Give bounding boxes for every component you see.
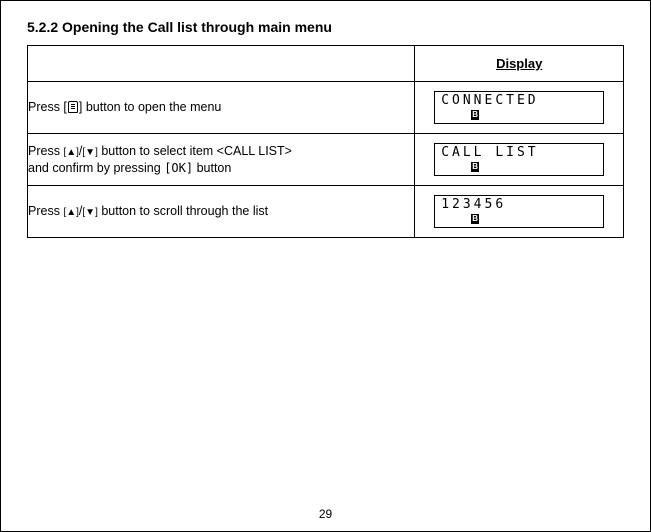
action-text: ] button to open the menu — [79, 100, 221, 114]
up-arrow-icon: [▲] — [63, 207, 78, 218]
lcd-text: CONNECTED — [441, 93, 538, 108]
action-cell: Press [ ] button to open the menu — [28, 82, 415, 134]
action-cell: Press [▲]/[▼] button to select item <CAL… — [28, 134, 415, 186]
table-row: Press [▲]/[▼] button to select item <CAL… — [28, 134, 624, 186]
down-arrow-icon: [▼] — [82, 147, 97, 158]
lcd-display: CALL LIST B — [434, 143, 604, 175]
lcd-bt-row: B — [471, 162, 597, 173]
action-text: Press — [28, 204, 63, 218]
bluetooth-icon: B — [471, 110, 479, 120]
instruction-table: Display Press [ ] button to open the menu… — [27, 45, 624, 238]
action-text: and confirm by pressing — [28, 161, 164, 175]
lcd-display: CONNECTED B — [434, 91, 604, 123]
display-cell: CALL LIST B — [415, 134, 624, 186]
display-header: Display — [415, 46, 624, 82]
action-text: button — [193, 161, 231, 175]
table-row: Press [ ] button to open the menu CONNECT… — [28, 82, 624, 134]
lcd-text: CALL LIST — [441, 145, 538, 160]
header-empty — [28, 46, 415, 82]
down-arrow-icon: [▼] — [82, 207, 97, 218]
bluetooth-icon: B — [471, 162, 479, 172]
menu-icon — [68, 101, 78, 113]
action-text: Press [ — [28, 100, 67, 114]
manual-page: 5.2.2 Opening the Call list through main… — [0, 0, 651, 532]
action-cell: Press [▲]/[▼] button to scroll through t… — [28, 186, 415, 238]
page-number: 29 — [1, 507, 650, 521]
bluetooth-icon: B — [471, 214, 479, 224]
lcd-bt-row: B — [471, 110, 597, 121]
action-text: Press — [28, 144, 63, 158]
table-row: Press [▲]/[▼] button to scroll through t… — [28, 186, 624, 238]
ok-button-label: [OK] — [164, 161, 193, 175]
lcd-bt-row: B — [471, 214, 597, 225]
action-text: button to select item <CALL LIST> — [98, 144, 292, 158]
table-header-row: Display — [28, 46, 624, 82]
lcd-display: 123456 B — [434, 195, 604, 227]
display-cell: 123456 B — [415, 186, 624, 238]
display-cell: CONNECTED B — [415, 82, 624, 134]
section-heading: 5.2.2 Opening the Call list through main… — [27, 19, 624, 35]
action-text: button to scroll through the list — [98, 204, 268, 218]
lcd-text: 123456 — [441, 197, 506, 212]
up-arrow-icon: [▲] — [63, 147, 78, 158]
